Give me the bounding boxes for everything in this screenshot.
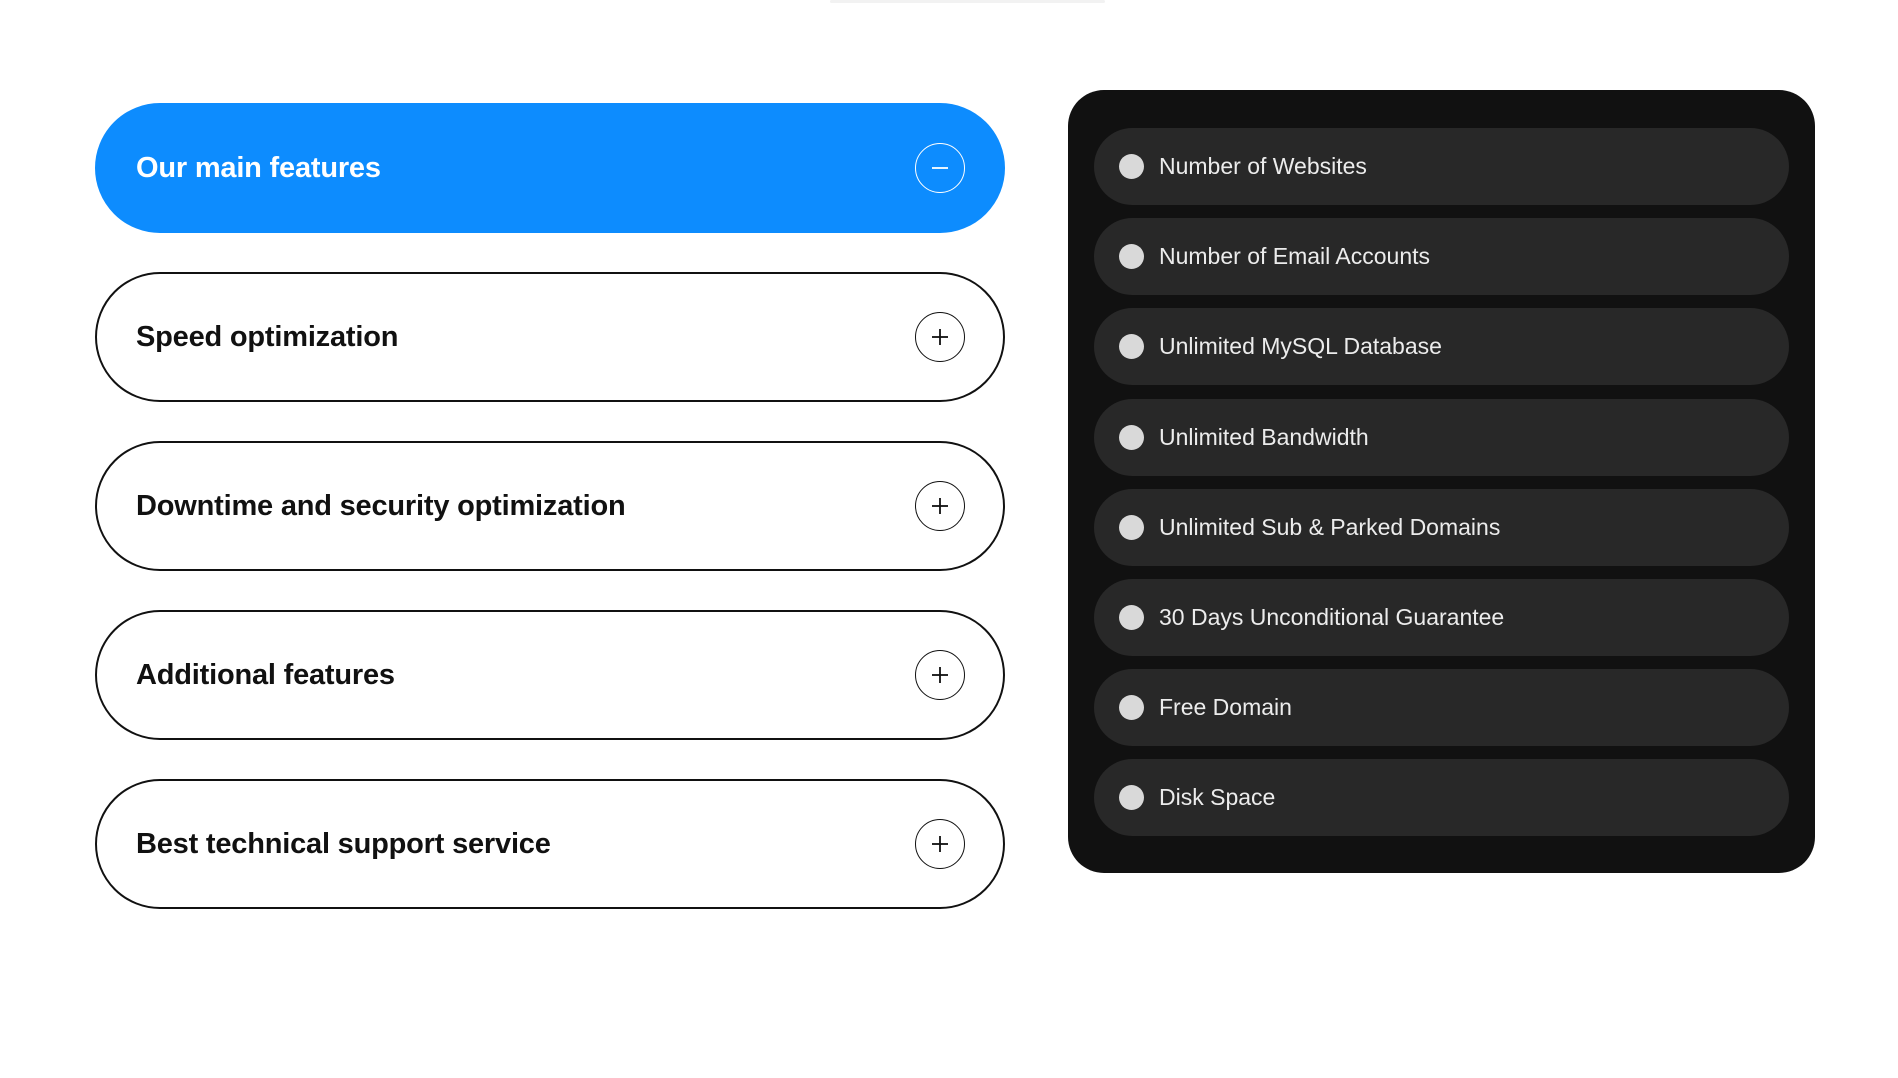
feature-label: Free Domain	[1159, 694, 1292, 721]
feature-item: Number of Websites	[1094, 128, 1789, 205]
features-accordion: Our main features Speed optimization Dow…	[95, 103, 1005, 948]
feature-label: 30 Days Unconditional Guarantee	[1159, 603, 1505, 630]
accordion-item-title: Our main features	[136, 151, 381, 184]
top-divider	[830, 0, 1105, 3]
accordion-item-technical-support[interactable]: Best technical support service	[95, 779, 1005, 909]
plus-icon[interactable]	[915, 650, 965, 700]
feature-item: Unlimited Bandwidth	[1094, 398, 1789, 476]
bullet-icon	[1119, 514, 1144, 540]
accordion-item-additional-features[interactable]: Additional features	[95, 610, 1005, 740]
accordion-item-speed-optimization[interactable]: Speed optimization	[95, 272, 1005, 402]
feature-label: Number of Email Accounts	[1159, 243, 1431, 270]
feature-item: Free Domain	[1094, 669, 1789, 747]
bullet-icon	[1119, 424, 1144, 450]
accordion-item-title: Best technical support service	[136, 827, 551, 860]
plus-icon[interactable]	[915, 312, 965, 362]
bullet-icon	[1119, 154, 1144, 179]
minus-icon[interactable]	[915, 143, 965, 193]
features-panel: Number of Websites Number of Email Accou…	[1068, 90, 1815, 873]
bullet-icon	[1119, 604, 1144, 630]
accordion-item-title: Additional features	[136, 658, 395, 691]
accordion-item-title: Downtime and security optimization	[136, 489, 626, 522]
accordion-item-main-features[interactable]: Our main features	[95, 103, 1005, 233]
accordion-item-title: Speed optimization	[136, 320, 399, 353]
accordion-item-downtime-security[interactable]: Downtime and security optimization	[95, 441, 1005, 571]
bullet-icon	[1119, 334, 1144, 360]
bullet-icon	[1119, 695, 1144, 721]
bullet-icon	[1119, 244, 1144, 270]
plus-icon[interactable]	[915, 481, 965, 531]
page: Our main features Speed optimization Dow…	[0, 0, 1898, 1078]
plus-icon[interactable]	[915, 819, 965, 869]
bullet-icon	[1119, 785, 1144, 811]
feature-item: Unlimited MySQL Database	[1094, 308, 1789, 386]
feature-item: Disk Space	[1094, 759, 1789, 837]
feature-label: Unlimited MySQL Database	[1159, 333, 1442, 360]
feature-label: Unlimited Bandwidth	[1159, 423, 1369, 450]
feature-item: 30 Days Unconditional Guarantee	[1094, 578, 1789, 656]
feature-label: Disk Space	[1159, 784, 1276, 811]
feature-item: Unlimited Sub & Parked Domains	[1094, 488, 1789, 566]
feature-label: Unlimited Sub & Parked Domains	[1159, 513, 1501, 540]
feature-label: Number of Websites	[1159, 153, 1367, 179]
feature-item: Number of Email Accounts	[1094, 218, 1789, 296]
